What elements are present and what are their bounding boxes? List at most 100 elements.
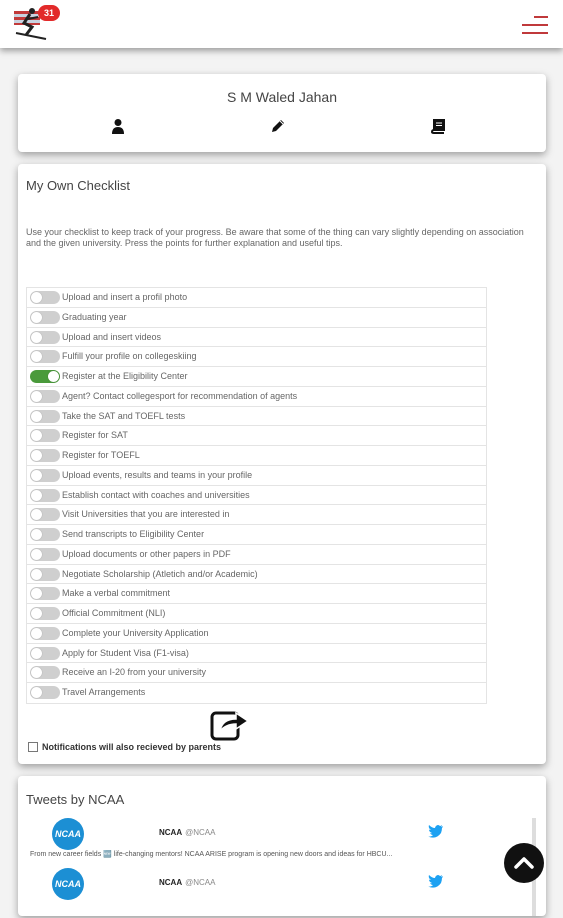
toggle-knob [31,331,42,343]
checklist-row[interactable]: Upload events, results and teams in your… [27,466,486,486]
checklist-title: My Own Checklist [26,178,131,193]
checklist-toggle[interactable] [30,370,60,383]
checklist-toggle[interactable] [30,409,60,423]
toggle-knob [31,311,42,323]
checklist-card: My Own Checklist Use your checklist to k… [18,164,546,764]
checklist-row[interactable]: Agent? Contact collegesport for recommen… [27,387,486,407]
scroll-top-button[interactable] [504,843,544,883]
checklist-row[interactable]: Travel Arrangements [27,683,486,703]
checklist-item-label[interactable]: Send transcripts to Eligibility Center [62,529,204,539]
tweet-author[interactable]: NCAA @NCAA [159,878,215,887]
checklist-description: Use your checklist to keep track of your… [26,227,524,248]
checklist-item-label[interactable]: Visit Universities that you are interest… [62,509,229,519]
checklist-toggle[interactable] [30,350,60,364]
checklist-row[interactable]: Official Commitment (NLI) [27,604,486,624]
checklist-row[interactable]: Apply for Student Visa (F1-visa) [27,644,486,664]
checklist-toggle[interactable] [30,646,60,660]
checklist-item-label[interactable]: Complete your University Application [62,628,209,638]
checklist-item-label[interactable]: Receive an I-20 from your university [62,667,206,677]
checklist-toggle[interactable] [30,429,60,443]
checklist-row[interactable]: Upload documents or other papers in PDF [27,545,486,565]
checklist-row[interactable]: Graduating year [27,308,486,328]
ncaa-avatar[interactable]: NCAA [52,868,84,900]
twitter-bird-icon[interactable] [428,824,444,838]
hamburger-menu-icon[interactable] [522,16,548,34]
tweet-author[interactable]: NCAA @NCAA [159,828,215,837]
checklist-item-label[interactable]: Upload and insert a profil photo [62,292,187,302]
toggle-knob [31,509,42,521]
checklist-item-label[interactable]: Upload and insert videos [62,332,161,342]
parent-notification-option[interactable]: Notifications will also recieved by pare… [28,742,221,752]
toggle-knob [31,588,42,600]
checklist-row[interactable]: Make a verbal commitment [27,584,486,604]
checklist-item-label[interactable]: Register at the Eligibility Center [62,371,188,381]
checklist-item-label[interactable]: Register for TOEFL [62,450,140,460]
checklist-item-label[interactable]: Upload events, results and teams in your… [62,470,252,480]
toggle-knob [31,529,42,540]
checklist-toggle[interactable] [30,626,60,640]
checklist-item-label[interactable]: Graduating year [62,312,127,322]
checklist-toggle[interactable] [30,666,60,680]
checklist-toggle[interactable] [30,310,60,324]
checklist-toggle[interactable] [30,607,60,620]
checklist-toggle[interactable] [30,488,60,502]
checklist-row[interactable]: Visit Universities that you are interest… [27,505,486,525]
checklist-toggle[interactable] [30,547,60,561]
checklist-item-label[interactable]: Establish contact with coaches and unive… [62,490,250,500]
checklist-toggle[interactable] [30,567,60,581]
book-icon[interactable] [430,118,448,136]
toggle-knob [31,410,42,422]
chevron-up-icon [514,857,534,869]
checklist-row[interactable]: Negotiate Scholarship (Atletich and/or A… [27,565,486,585]
checklist-toggle[interactable] [30,686,60,699]
checklist-row[interactable]: Establish contact with coaches and unive… [27,486,486,506]
checklist-row[interactable]: Receive an I-20 from your university [27,663,486,683]
checklist-toggle[interactable] [30,291,60,304]
checklist-item-label[interactable]: Negotiate Scholarship (Atletich and/or A… [62,569,258,579]
checklist-row[interactable]: Register for SAT [27,426,486,446]
tweets-card: Tweets by NCAA NCAA NCAA @NCAA From new c… [18,776,546,916]
ncaa-avatar[interactable]: NCAA [52,818,84,850]
checklist-item-label[interactable]: Register for SAT [62,430,128,440]
toggle-knob [31,390,42,402]
checklist-item-label[interactable]: Travel Arrangements [62,687,145,697]
checklist-item-label[interactable]: Fulfill your profile on collegeskiing [62,351,197,361]
notification-badge[interactable]: 31 [38,5,60,21]
checklist-item-label[interactable]: Upload documents or other papers in PDF [62,549,231,559]
checklist-toggle[interactable] [30,389,60,403]
checklist-row[interactable]: Register for TOEFL [27,446,486,466]
parent-notification-label: Notifications will also recieved by pare… [42,742,222,752]
toggle-knob [31,568,42,580]
checklist-table: Upload and insert a profil photo Graduati… [26,287,487,704]
toggle-knob [31,489,42,501]
checklist-item-label[interactable]: Make a verbal commitment [62,588,170,598]
checklist-item-label[interactable]: Official Commitment (NLI) [62,608,165,618]
checklist-row[interactable]: Complete your University Application [27,624,486,644]
parent-notification-checkbox[interactable] [28,742,38,752]
checklist-row[interactable]: Take the SAT and TOEFL tests [27,407,486,427]
checklist-row[interactable]: Register at the Eligibility Center [27,367,486,387]
checklist-row[interactable]: Send transcripts to Eligibility Center [27,525,486,545]
tweet-item[interactable]: NCAA NCAA @NCAA From new career fields 🆕 … [18,818,533,868]
checklist-row[interactable]: Upload and insert a profil photo [27,288,486,308]
checklist-item-label[interactable]: Apply for Student Visa (F1-visa) [62,648,189,658]
pencil-icon[interactable] [270,118,288,136]
checklist-toggle[interactable] [30,528,60,541]
toggle-knob [31,687,42,698]
toggle-knob [31,608,42,619]
user-icon[interactable] [110,118,128,136]
checklist-toggle[interactable] [30,468,60,482]
twitter-bird-icon[interactable] [428,874,444,888]
checklist-toggle[interactable] [30,587,60,601]
share-icon[interactable] [210,707,250,741]
toggle-knob [31,469,42,481]
tweet-item[interactable]: NCAA NCAA @NCAA [18,868,533,918]
checklist-toggle[interactable] [30,449,60,462]
checklist-item-label[interactable]: Agent? Contact collegesport for recommen… [62,391,297,401]
checklist-row[interactable]: Upload and insert videos [27,328,486,348]
checklist-item-label[interactable]: Take the SAT and TOEFL tests [62,411,185,421]
toggle-knob [31,351,42,363]
checklist-toggle[interactable] [30,330,60,344]
checklist-row[interactable]: Fulfill your profile on collegeskiing [27,347,486,367]
checklist-toggle[interactable] [30,508,60,522]
